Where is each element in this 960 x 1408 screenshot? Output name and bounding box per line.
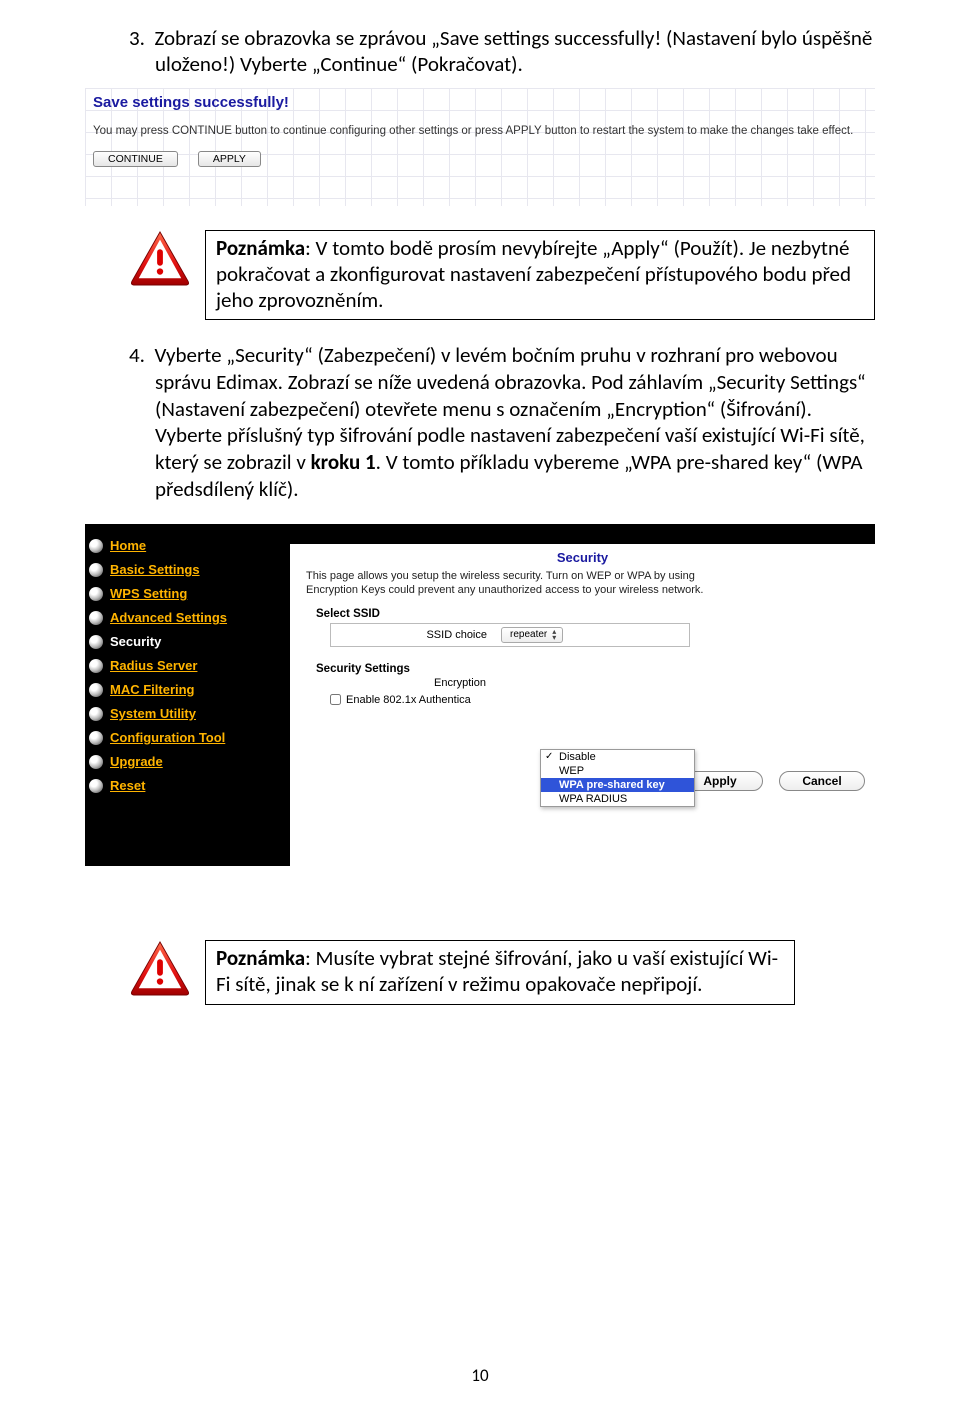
sidebar-item-system[interactable]: System Utility	[89, 706, 282, 721]
bullet-icon	[89, 635, 103, 649]
nav-basic-label: Basic Settings	[110, 562, 200, 577]
save-settings-panel: Save settings successfully! You may pres…	[85, 88, 875, 206]
bullet-icon	[89, 611, 103, 625]
sidebar-item-advanced[interactable]: Advanced Settings	[89, 610, 282, 625]
note-box-2: Poznámka: Musíte vybrat stejné šifrování…	[205, 940, 795, 1005]
step-4-text: 4. Vyberte „Security“ (Zabezpečení) v le…	[85, 342, 875, 502]
enable-8021x-label: Enable 802.1x Authentica	[346, 694, 471, 706]
ssid-value: repeater	[510, 629, 547, 640]
apply-button[interactable]: APPLY	[198, 151, 261, 167]
bullet-icon	[89, 563, 103, 577]
bullet-icon	[89, 587, 103, 601]
continue-button[interactable]: CONTINUE	[93, 151, 178, 167]
nav-advanced-label: Advanced Settings	[110, 610, 227, 625]
select-ssid-label: Select SSID	[316, 608, 875, 620]
dropdown-item-disable[interactable]: Disable	[541, 750, 694, 764]
nav-mac-label: MAC Filtering	[110, 682, 195, 697]
sidebar-item-mac[interactable]: MAC Filtering	[89, 682, 282, 697]
page-number: 10	[0, 1365, 960, 1386]
step4-part-a: 4. Vyberte „Security“ (Zabezpečení) v le…	[129, 342, 866, 421]
nav-system-label: System Utility	[110, 706, 196, 721]
security-description: This page allows you setup the wireless …	[306, 570, 746, 598]
note-box-1: Poznámka: V tomto bodě prosím nevybírejt…	[205, 230, 875, 321]
nav-upgrade-label: Upgrade	[110, 754, 163, 769]
nav-config-label: Configuration Tool	[110, 730, 225, 745]
step4-bold: kroku 1	[311, 449, 376, 475]
sidebar-item-radius[interactable]: Radius Server	[89, 658, 282, 673]
save-settings-title: Save settings successfully!	[93, 94, 867, 111]
ssid-row: SSID choice repeater ▴▾	[330, 623, 690, 647]
bullet-icon	[89, 659, 103, 673]
encryption-label: Encryption	[330, 677, 500, 689]
sidebar-item-wps[interactable]: WPS Setting	[89, 586, 282, 601]
dropdown-item-wpa-radius[interactable]: WPA RADIUS	[541, 792, 694, 806]
bullet-icon	[89, 731, 103, 745]
security-screenshot: Home Basic Settings WPS Setting Advanced…	[85, 524, 875, 866]
note1-text: : V tomto bodě prosím nevybírejte „Apply…	[216, 235, 851, 314]
security-main-panel: Security This page allows you setup the …	[290, 524, 875, 866]
cancel-security-button[interactable]: Cancel	[779, 771, 865, 791]
bullet-icon	[89, 707, 103, 721]
bullet-icon	[89, 779, 103, 793]
dropdown-item-wpa-psk[interactable]: WPA pre-shared key	[541, 778, 694, 792]
ssid-select[interactable]: repeater ▴▾	[501, 627, 563, 643]
security-settings-label: Security Settings	[316, 663, 875, 675]
sidebar-item-config[interactable]: Configuration Tool	[89, 730, 282, 745]
dropdown-item-wep[interactable]: WEP	[541, 764, 694, 778]
sidebar-item-security[interactable]: Security	[89, 634, 282, 649]
nav-security-label: Security	[110, 634, 161, 649]
bullet-icon	[89, 539, 103, 553]
sidebar-item-upgrade[interactable]: Upgrade	[89, 754, 282, 769]
step-3-text: 3. Zobrazí se obrazovka se zprávou „Save…	[85, 25, 875, 78]
sidebar-item-home[interactable]: Home	[89, 538, 282, 553]
nav-wps-label: WPS Setting	[110, 586, 187, 601]
nav-home-label: Home	[110, 538, 146, 553]
bullet-icon	[89, 755, 103, 769]
nav-radius-label: Radius Server	[110, 658, 197, 673]
sidebar-item-reset[interactable]: Reset	[89, 778, 282, 793]
warning-icon	[129, 230, 191, 286]
security-title: Security	[290, 550, 875, 565]
nav-reset-label: Reset	[110, 778, 145, 793]
sidebar-item-basic[interactable]: Basic Settings	[89, 562, 282, 577]
save-settings-text: You may press CONTINUE button to continu…	[93, 125, 867, 137]
ssid-choice-label: SSID choice	[331, 629, 501, 641]
updown-icon: ▴▾	[552, 629, 556, 641]
note2-bold: Poznámka	[216, 945, 305, 971]
bullet-icon	[89, 683, 103, 697]
warning-icon	[129, 940, 191, 996]
enable-8021x-checkbox[interactable]	[330, 694, 341, 705]
encryption-dropdown[interactable]: Disable WEP WPA pre-shared key WPA RADIU…	[540, 749, 695, 807]
note1-bold: Poznámka	[216, 235, 305, 261]
sidebar-nav: Home Basic Settings WPS Setting Advanced…	[85, 524, 290, 866]
